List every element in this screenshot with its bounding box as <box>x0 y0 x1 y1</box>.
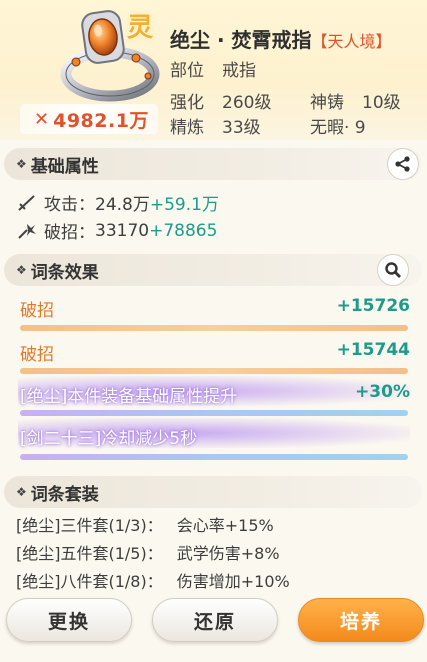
restore-button[interactable]: 还原 <box>152 598 278 642</box>
affixes-header: ❖ 词条效果 <box>4 254 422 286</box>
attr-row-attack: 攻击： 24.8万 +59.1万 <box>16 190 219 215</box>
attr-value: 24.8万 <box>95 195 150 215</box>
set-row: [绝尘]八件套(1/8)： 伤害增加+10% <box>16 568 290 592</box>
attr-label: 破招： <box>44 223 95 243</box>
base-attrs-header: ❖ 基础属性 <box>4 148 422 180</box>
affix-row: 破招 +15726 <box>20 296 410 321</box>
affix-row: 破招 +15744 <box>20 340 410 365</box>
diamond-icon: ❖ <box>16 157 27 171</box>
affix-row: [绝尘]本件装备基础属性提升 +30% <box>20 382 410 407</box>
set-effect: 会心率+15% <box>176 516 274 535</box>
cultivate-button[interactable]: 培养 <box>298 598 424 642</box>
refine-row: 精炼 33级 <box>170 113 261 138</box>
flawless-row: 无暇· 9 <box>310 113 366 138</box>
slot-value: 戒指 <box>222 61 256 81</box>
affix-name: [剑二十三]冷却减少5秒 <box>20 429 198 449</box>
slot-row: 部位 戒指 <box>170 56 256 81</box>
affix-value: +15744 <box>336 340 410 360</box>
affix-divider <box>20 410 408 416</box>
affix-name: 破招 <box>20 301 54 321</box>
affix-value: +15726 <box>336 296 410 316</box>
flawless-label: 无暇 <box>310 118 344 138</box>
share-button[interactable] <box>387 148 419 180</box>
set-row: [绝尘]三件套(1/3)： 会心率+15% <box>16 512 274 536</box>
enhance-label: 强化 <box>170 93 204 113</box>
set-name: [绝尘]八件套(1/8)： <box>16 572 163 591</box>
power-value: 4982.1万 <box>53 109 149 132</box>
affix-divider <box>20 325 408 331</box>
slot-label: 部位 <box>170 61 204 81</box>
set-effect: 武学伤害+8% <box>176 544 280 563</box>
set-effect: 伤害增加+10% <box>176 572 290 591</box>
affix-row: [剑二十三]冷却减少5秒 <box>20 424 410 449</box>
affix-divider <box>20 454 408 460</box>
item-title: 绝尘 · 焚霄戒指【天人境】 <box>170 24 392 53</box>
attr-plus: +78865 <box>149 220 218 241</box>
affixes-title: 词条效果 <box>30 262 99 283</box>
affix-divider <box>20 368 408 374</box>
flawless-value: · 9 <box>344 118 366 138</box>
sword-icon <box>18 194 35 211</box>
sets-title: 词条套装 <box>30 484 99 505</box>
sets-header: ❖ 词条套装 <box>4 476 422 508</box>
base-attrs-title: 基础属性 <box>30 156 99 177</box>
attr-row-break: 破招： 33170 +78865 <box>16 218 217 243</box>
enhance-value: 260级 <box>222 93 272 113</box>
set-row: [绝尘]五件套(1/5)： 武学伤害+8% <box>16 540 280 564</box>
attr-value: 33170 <box>95 220 150 241</box>
set-name: [绝尘]五件套(1/5)： <box>16 544 163 563</box>
set-name: [绝尘]三件套(1/3)： <box>16 516 163 535</box>
affix-name: 破招 <box>20 345 54 365</box>
affix-value: +30% <box>355 382 410 402</box>
forge-label: 神铸 <box>310 93 344 113</box>
realm-tag: 【天人境】 <box>311 32 392 51</box>
item-name: 绝尘 · 焚霄戒指 <box>170 28 312 52</box>
share-icon <box>395 156 410 172</box>
refine-value: 33级 <box>222 118 261 138</box>
attr-label: 攻击： <box>44 195 95 215</box>
refine-label: 精炼 <box>170 118 204 138</box>
attr-plus: +59.1万 <box>149 195 219 215</box>
inspect-button[interactable] <box>377 254 409 286</box>
spirit-badge-icon: 灵 <box>126 13 153 43</box>
enhance-row: 强化 260级 <box>170 88 271 113</box>
forge-row: 神铸 10级 <box>310 88 401 113</box>
replace-button[interactable]: 更换 <box>6 598 132 642</box>
search-icon <box>385 262 401 278</box>
break-icon <box>18 223 36 239</box>
crossed-swords-icon: ✕ <box>34 108 50 130</box>
forge-value: 10级 <box>362 93 401 113</box>
power-score: ✕ 4982.1万 <box>20 104 158 134</box>
diamond-icon: ❖ <box>16 263 27 277</box>
affix-name: [绝尘]本件装备基础属性提升 <box>20 387 238 407</box>
diamond-icon: ❖ <box>16 485 27 499</box>
